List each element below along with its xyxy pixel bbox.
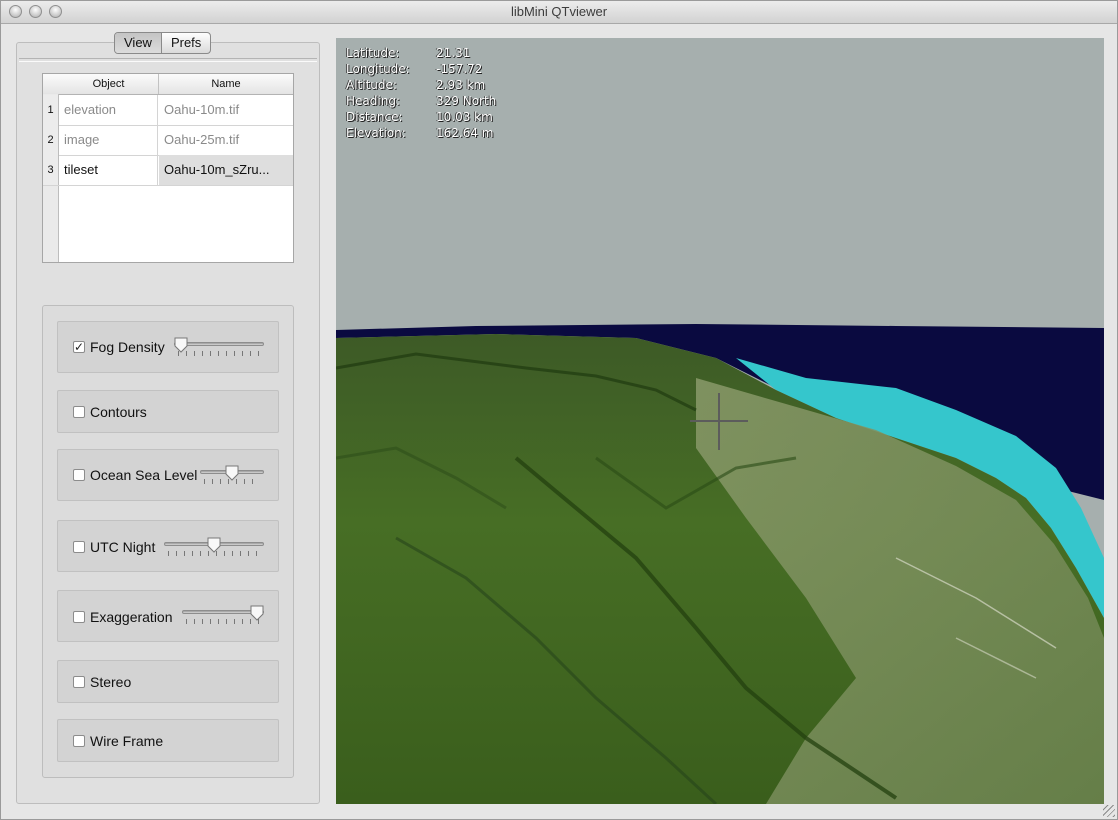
- layers-table[interactable]: Object Name 1 elevation Oahu-10m.tif 2 i…: [42, 73, 294, 263]
- exaggeration-checkbox[interactable]: [73, 611, 85, 623]
- ocean-sea-level-control: Ocean Sea Level: [57, 449, 279, 501]
- table-row[interactable]: 2 image Oahu-25m.tif: [43, 125, 293, 156]
- hud-distance: Distance: 10.03 km: [346, 109, 496, 125]
- fog-density-checkbox[interactable]: ✓: [73, 341, 85, 353]
- ocean-sea-level-slider[interactable]: [200, 465, 264, 487]
- stereo-label: Stereo: [90, 674, 132, 690]
- hud-label: Altitude:: [346, 78, 397, 92]
- hud-heading: Heading: 329 North: [346, 93, 496, 109]
- hud-label: Elevation:: [346, 126, 406, 140]
- hud-label: Longitude:: [346, 62, 410, 76]
- terrain-3d-viewport[interactable]: Latitude: 21.31 Longitude: -157.72 Altitud…: [336, 38, 1104, 804]
- hud-label: Latitude:: [346, 46, 400, 60]
- row-number: 3: [43, 155, 59, 185]
- terrain-render[interactable]: [336, 38, 1104, 804]
- fog-density-control: ✓ Fog Density: [57, 321, 279, 373]
- cell-object[interactable]: elevation: [59, 95, 158, 125]
- contours-checkbox[interactable]: [73, 406, 85, 418]
- tab-bar: View Prefs: [114, 32, 212, 54]
- wire-frame-control: Wire Frame: [57, 719, 279, 762]
- table-row-selected[interactable]: 3 tileset Oahu-10m_sZru...: [43, 155, 293, 186]
- hud-label: Heading:: [346, 94, 400, 108]
- slider-ticks: [186, 619, 260, 624]
- table-row[interactable]: 1 elevation Oahu-10m.tif: [43, 95, 293, 126]
- hud-value: 10.03 km: [436, 110, 493, 124]
- exaggeration-label: Exaggeration: [90, 609, 173, 625]
- tab-separator: [19, 58, 317, 62]
- resize-grip-icon[interactable]: [1103, 805, 1115, 817]
- hud-longitude: Longitude: -157.72: [346, 61, 496, 77]
- tab-view[interactable]: View: [115, 33, 161, 53]
- row-number: 1: [43, 95, 59, 125]
- hud-value: 2.93 km: [436, 78, 486, 92]
- hud-label: Distance:: [346, 110, 403, 124]
- wire-frame-label: Wire Frame: [90, 733, 164, 749]
- hud-latitude: Latitude: 21.31: [346, 45, 496, 61]
- app-window: libMini QTviewer View Prefs Object Name …: [0, 0, 1118, 820]
- fog-density-label: Fog Density: [90, 339, 165, 355]
- table-header: Object Name: [43, 74, 293, 95]
- utc-night-label: UTC Night: [90, 539, 156, 555]
- cell-name[interactable]: Oahu-10m.tif: [159, 95, 293, 125]
- contours-label: Contours: [90, 404, 147, 420]
- cell-name[interactable]: Oahu-10m_sZru...: [159, 155, 293, 185]
- hud-value: -157.72: [436, 62, 483, 76]
- contours-control: Contours: [57, 390, 279, 433]
- cell-object[interactable]: tileset: [59, 155, 158, 185]
- column-header-name[interactable]: Name: [159, 74, 293, 94]
- hud-value: 329 North: [436, 94, 497, 108]
- position-readout: Latitude: 21.31 Longitude: -157.72 Altitud…: [346, 45, 496, 141]
- exaggeration-slider[interactable]: [182, 605, 264, 627]
- slider-thumb[interactable]: [250, 605, 264, 621]
- slider-thumb[interactable]: [207, 537, 221, 553]
- ocean-sea-level-checkbox[interactable]: [73, 469, 85, 481]
- window-title: libMini QTviewer: [510, 4, 608, 19]
- tab-prefs[interactable]: Prefs: [160, 33, 210, 53]
- hud-altitude: Altitude: 2.93 km: [346, 77, 496, 93]
- cell-object[interactable]: image: [59, 125, 158, 155]
- cell-name[interactable]: Oahu-25m.tif: [159, 125, 293, 155]
- hud-value: 162.64 m: [436, 126, 494, 140]
- stereo-control: Stereo: [57, 660, 279, 703]
- utc-night-control: UTC Night: [57, 520, 279, 572]
- slider-thumb[interactable]: [174, 337, 188, 353]
- column-header-object[interactable]: Object: [59, 74, 159, 94]
- hud-value: 21.31: [436, 46, 471, 60]
- row-number: 2: [43, 125, 59, 155]
- slider-ticks: [178, 351, 260, 356]
- utc-night-slider[interactable]: [164, 537, 264, 559]
- slider-thumb[interactable]: [225, 465, 239, 481]
- wire-frame-checkbox[interactable]: [73, 735, 85, 747]
- fog-density-slider[interactable]: [174, 337, 264, 359]
- title-bar[interactable]: libMini QTviewer: [1, 1, 1117, 24]
- exaggeration-control: Exaggeration: [57, 590, 279, 642]
- hud-elevation: Elevation: 162.64 m: [346, 125, 496, 141]
- stereo-checkbox[interactable]: [73, 676, 85, 688]
- ocean-sea-level-label: Ocean Sea Level: [90, 467, 198, 483]
- utc-night-checkbox[interactable]: [73, 541, 85, 553]
